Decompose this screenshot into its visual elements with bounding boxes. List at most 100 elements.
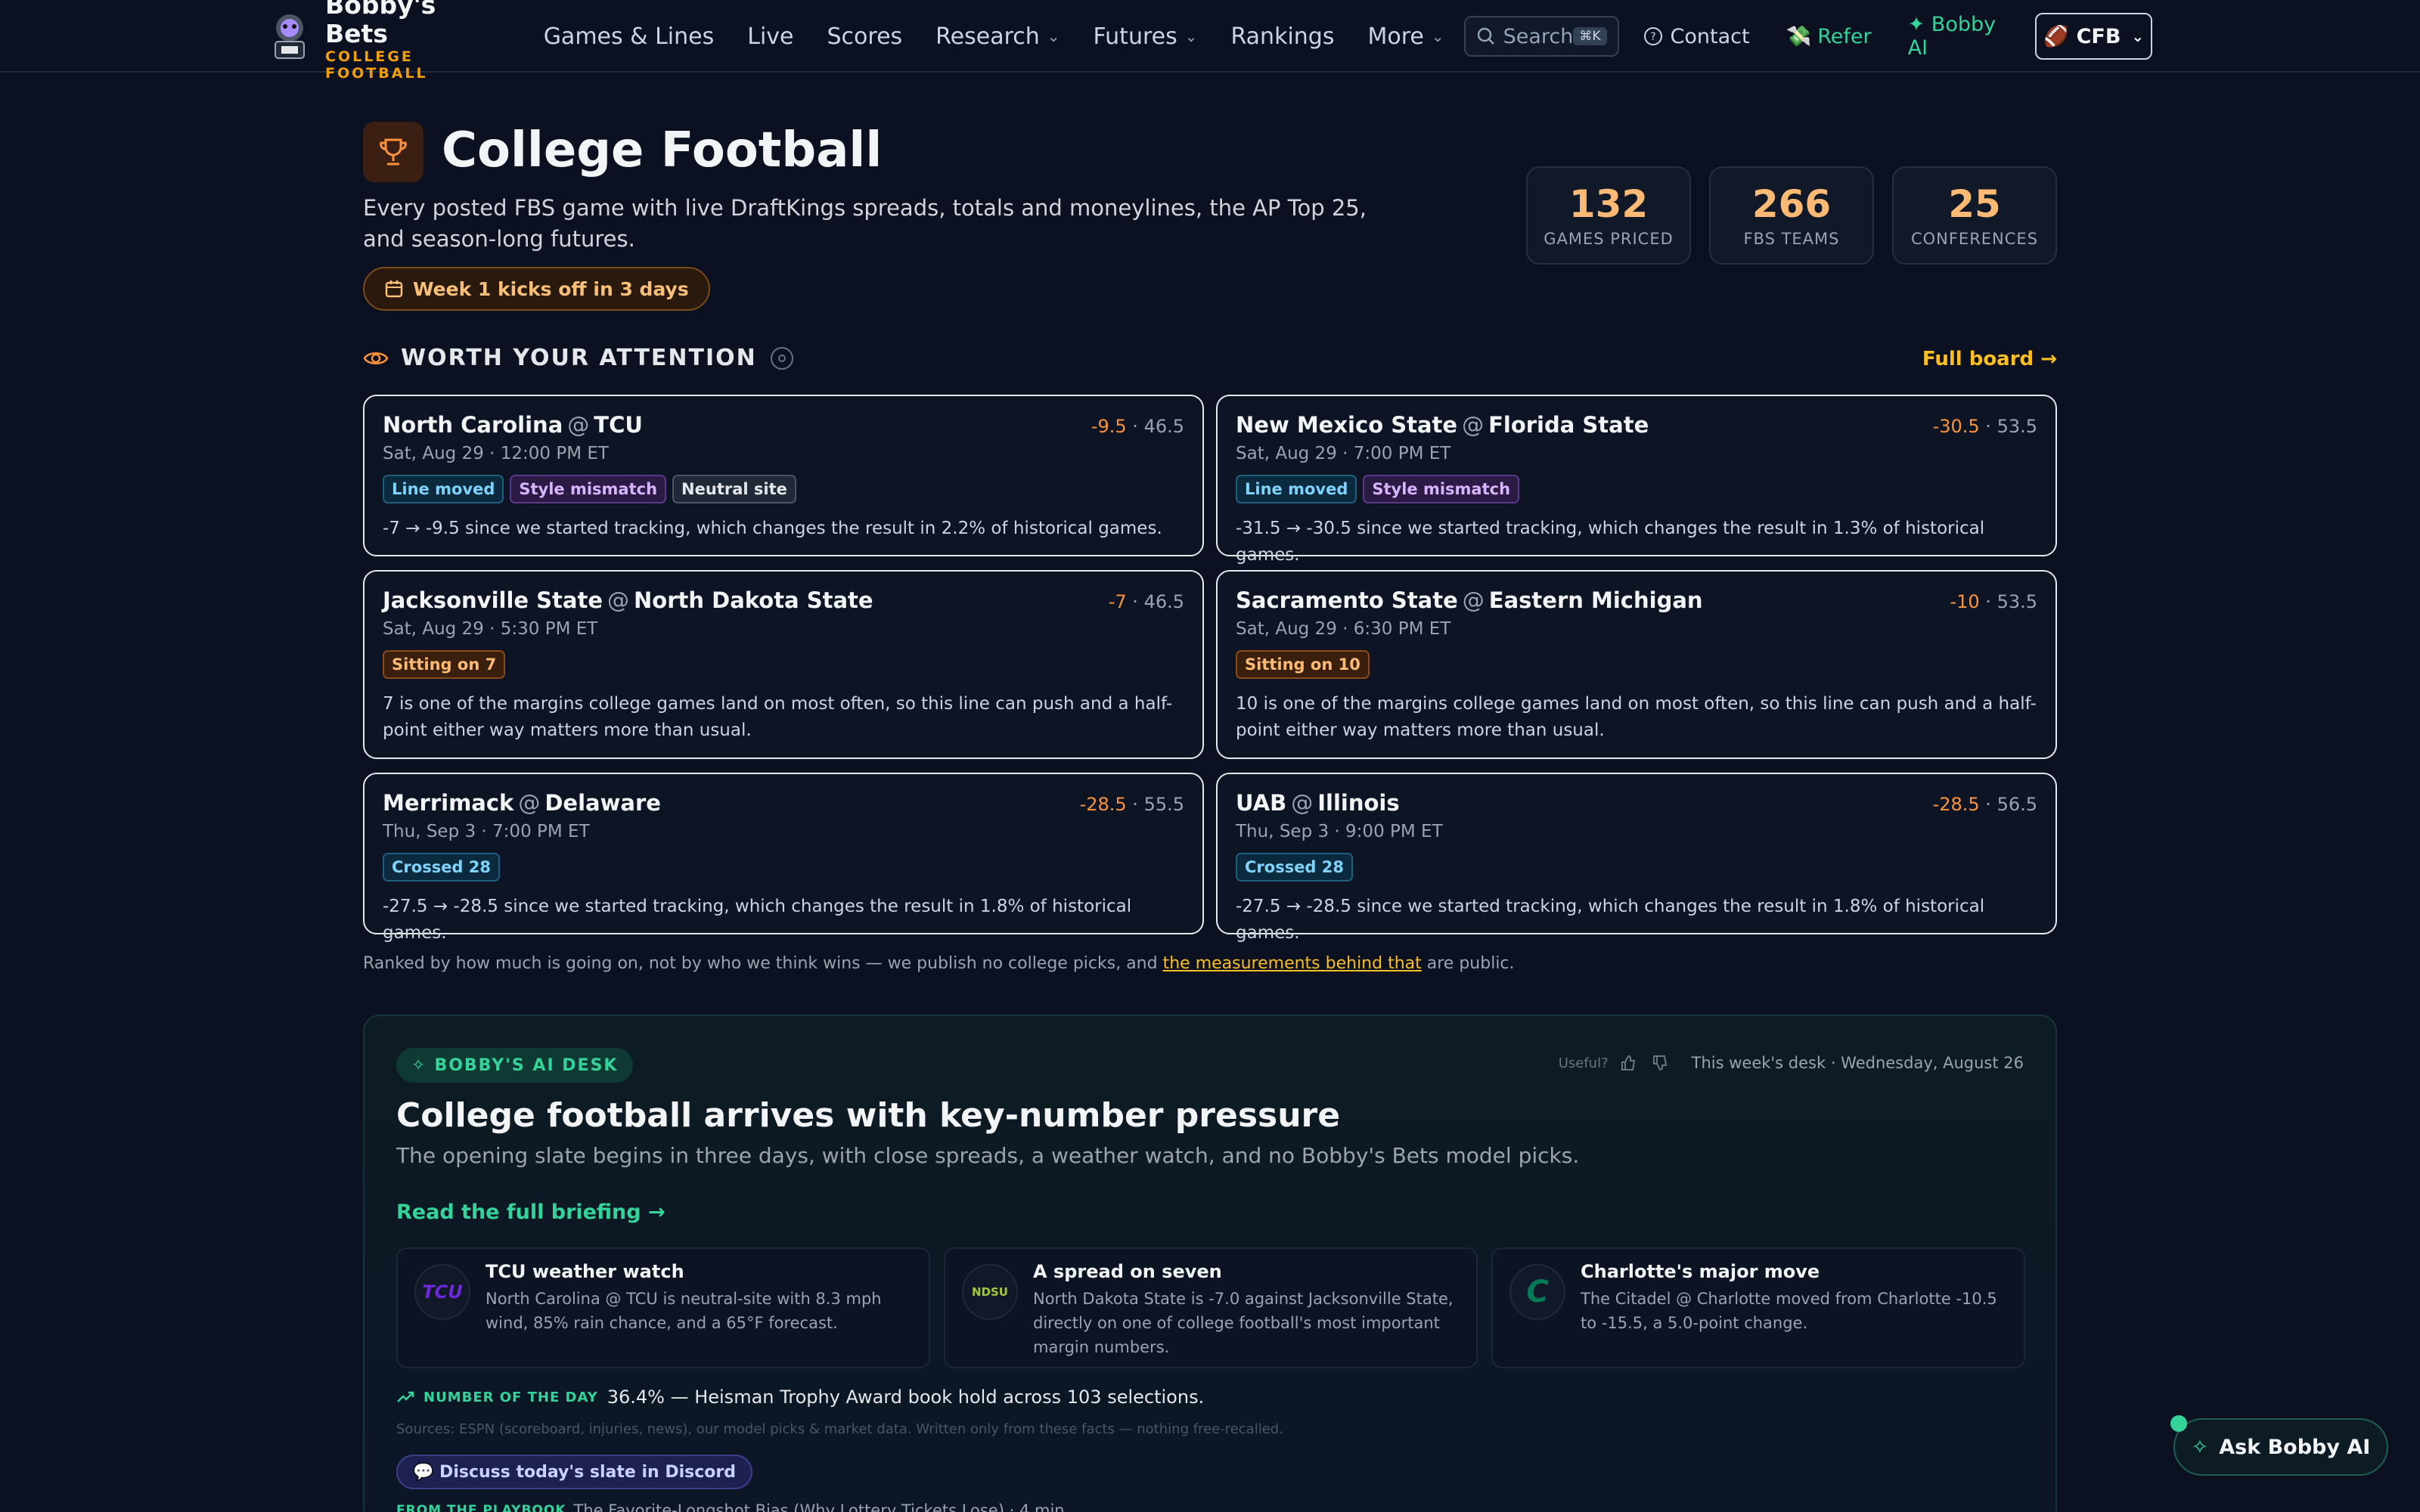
nav-scores[interactable]: Scores [827, 23, 903, 50]
search-button[interactable]: Search ⌘K [1463, 16, 1619, 57]
logo-text: TCU [422, 1281, 463, 1303]
desk-item[interactable]: NDSU A spread on seven North Dakota Stat… [944, 1247, 1478, 1368]
nav-research[interactable]: Research ⌄ [935, 23, 1060, 50]
game-card[interactable]: New Mexico State @ Florida State -30.5 · 5… [1216, 395, 2057, 565]
tag-list: Sitting on 7 [383, 650, 1184, 679]
game-line: -28.5 · 56.5 [1932, 794, 2037, 815]
desk-item-body: The Citadel @ Charlotte moved from Charl… [1581, 1290, 1997, 1332]
nav-rankings[interactable]: Rankings [1230, 23, 1334, 50]
nav-live[interactable]: Live [747, 23, 793, 50]
game-card[interactable]: Merrimack @ Delaware -28.5 · 55.5 Thu, Sep… [363, 773, 1204, 943]
stat-value: 132 [1568, 182, 1649, 226]
desk-item[interactable]: TCU TCU weather watch North Carolina @ T… [396, 1247, 930, 1368]
spread: -30.5 [1932, 416, 1980, 437]
tag-list: Sitting on 10 [1236, 650, 2037, 679]
tag-badge: Style mismatch [1363, 475, 1520, 503]
game-line: -30.5 · 53.5 [1932, 416, 2037, 437]
desk-meta: Useful? This week's desk · Wednesday, Au… [1559, 1054, 2024, 1072]
total: 46.5 [1143, 416, 1184, 437]
game-card[interactable]: Sacramento State @ Eastern Michigan -10 · … [1216, 570, 2057, 759]
at-symbol: @ [1462, 412, 1485, 438]
card-note: -7 → -9.5 since we started tracking, whi… [383, 519, 1162, 538]
tag-badge: Line moved [383, 475, 504, 503]
read-briefing-link[interactable]: Read the full briefing → [396, 1201, 666, 1224]
home-team: Illinois [1317, 790, 1400, 816]
away-team: Sacramento State [1236, 587, 1458, 613]
svg-text:?: ? [1650, 31, 1655, 43]
logo-text: NDSU [972, 1285, 1008, 1299]
thumbs-up-icon[interactable] [1619, 1054, 1637, 1072]
game-line: -7 · 46.5 [1108, 591, 1184, 612]
spread: -10 [1950, 591, 1980, 612]
total: 56.5 [1996, 794, 2037, 815]
playbook-title: The Favorite-Longshot Bias (Why Lottery … [573, 1501, 1065, 1512]
chevron-down-icon: ⌄ [2131, 27, 2145, 45]
at-symbol: @ [1462, 587, 1485, 613]
help-circle-icon: ? [1643, 27, 1662, 45]
eye-icon [363, 352, 389, 364]
total: 53.5 [1996, 591, 2037, 612]
desk-item-title: A spread on seven [1033, 1261, 1222, 1282]
kickoff-badge: Week 1 kicks off in 3 days [363, 267, 710, 311]
spread: -28.5 [1932, 794, 1980, 815]
stat-label: CONFERENCES [1910, 230, 2039, 248]
playbook-link[interactable]: FROM THE PLAYBOOK The Favorite-Longshot … [396, 1501, 1065, 1512]
info-icon[interactable] [770, 346, 793, 370]
bobby-logo-icon[interactable] [269, 11, 310, 61]
refer-link[interactable]: 💸 Refer [1786, 24, 1872, 49]
stat-value: 25 [1948, 182, 2001, 226]
trophy-icon [363, 122, 424, 182]
nav-more[interactable]: More ⌄ [1367, 23, 1444, 50]
ask-bobby-button[interactable]: ✧ Ask Bobby AI [2173, 1418, 2388, 1476]
playbook-label: FROM THE PLAYBOOK [396, 1503, 566, 1512]
search-shortcut: ⌘K [1573, 27, 1607, 45]
full-board-link[interactable]: Full board → [1922, 348, 2057, 370]
tag-badge: Line moved [1236, 475, 1357, 503]
brand[interactable]: Bobby's Bets COLLEGE FOOTBALL [325, 0, 501, 82]
status-dot [2170, 1415, 2187, 1432]
desk-date: This week's desk · Wednesday, August 26 [1691, 1054, 2024, 1072]
desk-subtitle: The opening slate begins in three days, … [396, 1143, 1580, 1168]
nav-games-lines[interactable]: Games & Lines [544, 23, 715, 50]
ai-desk-badge-label: BOBBY'S AI DESK [434, 1055, 619, 1075]
notd-label: NUMBER OF THE DAY [424, 1389, 598, 1405]
game-card[interactable]: North Carolina @ TCU -9.5 · 46.5 Sat, Aug … [363, 395, 1204, 556]
bobby-ai-link[interactable]: ✦ Bobby AI [1908, 13, 2010, 60]
ranked-note-text: are public. [1421, 954, 1515, 973]
tag-list: Crossed 28 [383, 853, 1184, 881]
nav-link-label: Research [935, 23, 1040, 50]
game-card[interactable]: Jacksonville State @ North Dakota State -7… [363, 570, 1204, 759]
game-date: Sat, Aug 29 · 5:30 PM ET [383, 619, 598, 639]
nav-link-label: Futures [1093, 23, 1177, 50]
tag-list: Crossed 28 [1236, 853, 2037, 881]
brand-subtitle: COLLEGE FOOTBALL [325, 48, 428, 82]
nav-futures[interactable]: Futures ⌄ [1094, 23, 1198, 50]
tag-badge: Style mismatch [510, 475, 667, 503]
tag-badge: Crossed 28 [1236, 853, 1354, 881]
card-note: -27.5 → -28.5 since we started tracking,… [383, 897, 1132, 943]
matchup: North Carolina @ TCU [383, 411, 1184, 438]
contact-link[interactable]: ? Contact [1643, 25, 1750, 48]
game-card[interactable]: UAB @ Illinois -28.5 · 56.5 Thu, Sep 3 · 9… [1216, 773, 2057, 943]
total: 55.5 [1143, 794, 1184, 815]
matchup: Jacksonville State @ North Dakota State [383, 587, 1184, 614]
away-team: New Mexico State [1236, 412, 1458, 438]
stat-value: 266 [1751, 182, 1832, 226]
section-title: WORTH YOUR ATTENTION [401, 345, 757, 371]
card-note: -27.5 → -28.5 since we started tracking,… [1236, 897, 1985, 943]
notd-value: 36.4% — Heisman Trophy Award book hold a… [607, 1387, 1205, 1408]
desk-item[interactable]: C Charlotte's major move The Citadel @ C… [1491, 1247, 2025, 1368]
home-team: Florida State [1488, 412, 1649, 438]
home-team: North Dakota State [634, 587, 873, 613]
discord-button[interactable]: 💬 Discuss today's slate in Discord [396, 1455, 752, 1489]
football-icon: 🏈 [2043, 25, 2069, 48]
sport-selector-label: CFB [2076, 24, 2121, 48]
thumbs-down-icon[interactable] [1651, 1054, 1669, 1072]
nav-link-label: Rankings [1230, 23, 1335, 50]
number-of-the-day: NUMBER OF THE DAY 36.4% — Heisman Trophy… [396, 1387, 1204, 1408]
tag-badge: Crossed 28 [383, 853, 501, 881]
game-date: Sat, Aug 29 · 6:30 PM ET [1236, 619, 1451, 639]
sport-selector[interactable]: 🏈 CFB ⌄ [2035, 13, 2153, 60]
calendar-icon [385, 280, 403, 298]
measurements-link[interactable]: the measurements behind that [1163, 954, 1422, 973]
